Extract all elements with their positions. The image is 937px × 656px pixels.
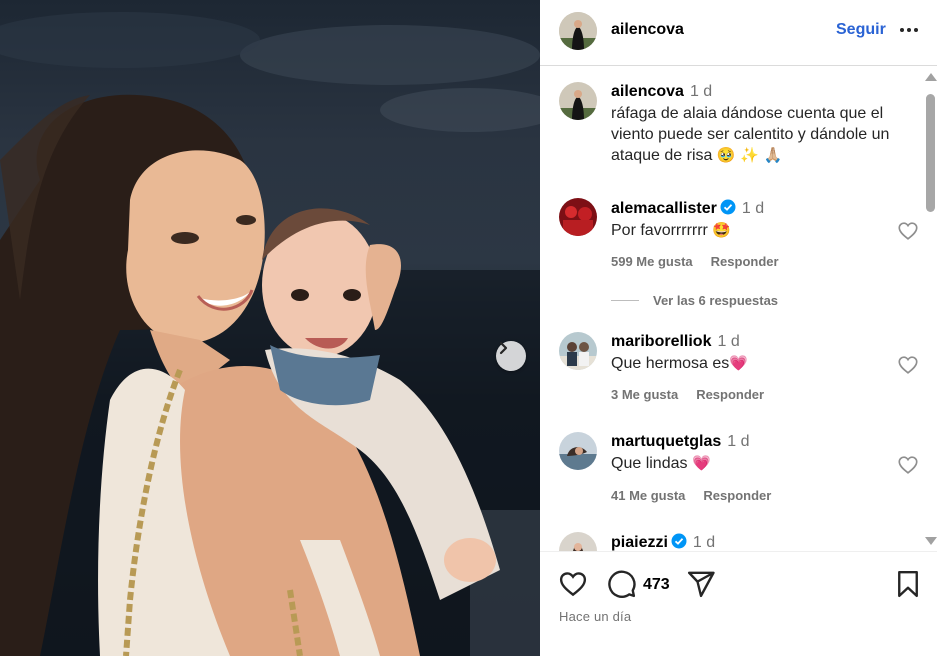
scroll-down-arrow-icon[interactable] [925, 537, 937, 545]
comment-like-heart-icon[interactable] [897, 454, 919, 476]
comment-time: 1 d [717, 333, 740, 350]
commenter-avatar[interactable] [559, 532, 597, 551]
comment-like-heart-icon[interactable] [897, 220, 919, 242]
posted-time: Hace un día [559, 609, 632, 624]
comments-scrollbar[interactable] [923, 67, 937, 551]
chevron-right-icon [499, 341, 508, 355]
follow-button[interactable]: Seguir [836, 21, 886, 39]
more-horizontal-icon[interactable] [897, 18, 921, 42]
comment-likes[interactable]: 41 Me gusta [611, 488, 685, 503]
comment-text: Que hermosa es [611, 355, 730, 372]
comment-username[interactable]: martuquetglas [611, 433, 721, 450]
caption-author-avatar[interactable] [559, 82, 597, 120]
post-header: ailencova Seguir [540, 0, 937, 66]
comment-like-heart-icon[interactable] [897, 354, 919, 376]
reply-button[interactable]: Responder [711, 254, 779, 269]
paper-plane-icon[interactable] [686, 569, 716, 599]
post-photo [0, 0, 540, 656]
comment-time: 1 d [727, 433, 750, 450]
caption-time: 1 d [689, 83, 713, 100]
caption-avatar-image [559, 82, 597, 120]
commenter-avatar-image [559, 532, 597, 551]
author-avatar[interactable] [559, 12, 597, 50]
comment-bubble-icon[interactable] [607, 569, 637, 599]
reply-button[interactable]: Responder [703, 488, 771, 503]
comments-count: 473 [643, 576, 670, 593]
comment-meta: 41 Me gusta Responder [611, 488, 789, 503]
author-avatar-image [559, 12, 597, 50]
verified-badge-icon [720, 199, 736, 215]
comment-emoji: 💗 [691, 454, 711, 472]
commenter-avatar[interactable] [559, 432, 597, 470]
comment-time: 1 d [741, 200, 765, 217]
post-side-panel: ailencova Seguir ailencova 1 d ráfaga de … [540, 0, 937, 656]
view-replies-label: Ver las 6 respuestas [653, 293, 779, 308]
reply-button[interactable]: Responder [696, 387, 764, 402]
comment-username[interactable]: piaiezzi [611, 534, 668, 551]
comment-likes[interactable]: 599 Me gusta [611, 254, 693, 269]
commenter-avatar-image [559, 432, 597, 470]
comment-emoji: 🤩 [712, 221, 732, 239]
next-photo-button[interactable] [496, 341, 526, 371]
view-replies-button[interactable]: Ver las 6 respuestas [611, 293, 778, 308]
commenter-avatar-image [559, 332, 597, 370]
comment-text: Por favorrrrrrr [611, 222, 708, 239]
author-username[interactable]: ailencova [611, 21, 684, 39]
comment-username[interactable]: alemacallister [611, 200, 717, 217]
post-actions-footer: 473 Hace un día [540, 551, 937, 656]
verified-badge-icon [671, 533, 687, 549]
comment-time: 1 d [692, 534, 716, 551]
photo-illustration [0, 12, 540, 656]
comment-text: Que lindas [611, 455, 688, 472]
commenter-avatar[interactable] [559, 198, 597, 236]
bookmark-icon[interactable] [893, 569, 923, 599]
heart-icon[interactable] [558, 569, 588, 599]
replies-divider [611, 300, 639, 301]
comments-list[interactable]: ailencova 1 d ráfaga de alaia dándose cue… [540, 67, 922, 551]
caption-emojis: 🥹 ✨ 🙏🏼 [716, 146, 783, 164]
comment-meta: 3 Me gusta Responder [611, 387, 782, 402]
comment-likes[interactable]: 3 Me gusta [611, 387, 678, 402]
scroll-thumb[interactable] [926, 94, 935, 212]
caption-username[interactable]: ailencova [611, 83, 684, 100]
comment-meta: 599 Me gusta Responder [611, 254, 797, 269]
commenter-avatar-image [559, 198, 597, 236]
comment-emoji: 💗 [729, 354, 748, 372]
commenter-avatar[interactable] [559, 332, 597, 370]
scroll-up-arrow-icon[interactable] [925, 73, 937, 81]
comment-username[interactable]: mariborelliok [611, 333, 711, 350]
